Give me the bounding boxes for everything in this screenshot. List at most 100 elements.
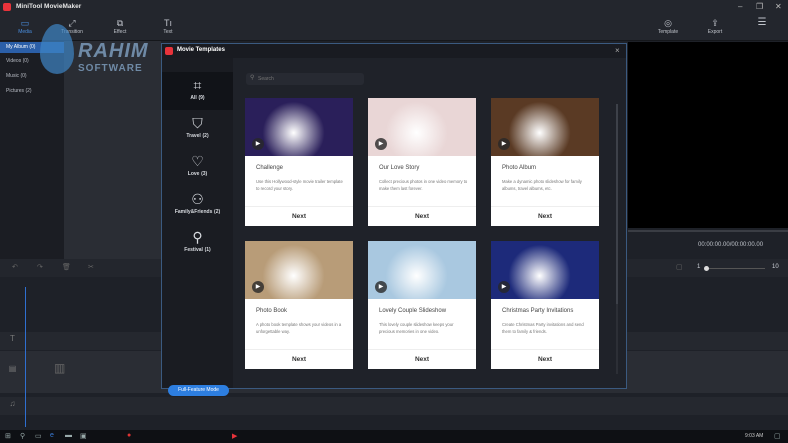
export-button[interactable]: ⇪ Export: [695, 17, 735, 35]
delete-icon[interactable]: 🗑: [62, 263, 71, 271]
category-count: (3): [201, 171, 208, 177]
next-button[interactable]: Next: [368, 349, 476, 369]
category-all[interactable]: ⌗ All (9): [162, 72, 233, 110]
template-description: This lovely couple slideshow keeps your …: [379, 322, 454, 334]
category-label: All: [190, 95, 197, 101]
taskbar: ⊞ ⚲ ▭ e ▬ ▣ ● ▶ 9:03 AM ▢: [0, 430, 788, 443]
category-label: Family&Friends: [174, 209, 213, 215]
template-card[interactable]: ▶ Photo Album Make a dynamic photo slide…: [491, 98, 599, 226]
watermark-subtext: SOFTWARE: [78, 63, 143, 74]
add-clip-icon[interactable]: ▥: [54, 361, 65, 375]
category-count: (9): [198, 95, 205, 101]
template-card[interactable]: ▶ Photo Book A photo book template shows…: [245, 241, 353, 369]
minimize-icon[interactable]: –: [738, 2, 742, 11]
fit-icon[interactable]: ▢: [676, 263, 683, 271]
moviemaker-taskbar-icon[interactable]: ▶: [232, 432, 237, 440]
play-icon[interactable]: ▶: [498, 281, 510, 293]
search-input[interactable]: [246, 73, 364, 85]
playhead[interactable]: [25, 287, 26, 427]
title-bar: MiniTool MovieMaker – ❐ ✕: [0, 0, 788, 14]
effect-icon: ⧉: [116, 18, 124, 28]
template-card[interactable]: ▶ Christmas Party Invitations Create Chr…: [491, 241, 599, 369]
hearts-icon: ♡: [191, 153, 204, 169]
dialog-close-icon[interactable]: ×: [615, 46, 620, 55]
preview-progress-bar[interactable]: [628, 230, 788, 232]
template-title: Lovely Couple Slideshow: [379, 308, 447, 314]
task-view-icon[interactable]: ▭: [35, 432, 42, 440]
zoom-slider-handle[interactable]: [704, 266, 709, 271]
play-icon[interactable]: ▶: [498, 138, 510, 150]
app-icon[interactable]: ●: [127, 432, 131, 439]
text-track-icon: T: [10, 334, 15, 343]
start-icon[interactable]: ⊞: [5, 432, 11, 440]
template-description: Collect precious photos in one video mem…: [379, 179, 468, 191]
zoom-slider[interactable]: [705, 268, 765, 269]
play-icon[interactable]: ▶: [375, 281, 387, 293]
edge-icon[interactable]: e: [50, 432, 54, 439]
timecode: 00:00:00.00/00:00:00.00: [698, 242, 764, 248]
template-description: Create Christmas Party invitations and s…: [502, 322, 584, 334]
luggage-icon: ⛉: [192, 115, 203, 131]
export-label: Export: [707, 29, 723, 35]
scrollbar-thumb[interactable]: [616, 104, 618, 304]
full-feature-mode-button[interactable]: Full-Feature Mode: [168, 385, 229, 396]
explorer-icon[interactable]: ▬: [65, 432, 72, 439]
main-toolbar: ▭ Media ⤢ Transition ⧉ Effect Tı Text ◎ Templ…: [0, 14, 788, 41]
category-family-friends[interactable]: ⚇ Family&Friends (2): [162, 186, 233, 224]
people-icon: ⚇: [191, 191, 204, 207]
effect-button[interactable]: ⧉ Effect: [100, 17, 140, 35]
category-festival[interactable]: ⚲ Festival (1): [162, 224, 233, 262]
category-travel[interactable]: ⛉ Travel (2): [162, 110, 233, 148]
search-icon[interactable]: ⚲: [20, 432, 25, 440]
app-title: MiniTool MovieMaker: [16, 3, 82, 10]
next-button[interactable]: Next: [368, 206, 476, 226]
watermark-text: RAHIM: [78, 40, 149, 62]
next-button[interactable]: Next: [245, 349, 353, 369]
template-card[interactable]: ▶ Our Love Story Collect precious photos…: [368, 98, 476, 226]
preview-player: [628, 42, 788, 228]
zoom-max-label: 10: [772, 264, 779, 270]
category-label: Festival: [184, 247, 203, 253]
restore-icon[interactable]: ❐: [756, 2, 763, 11]
split-icon[interactable]: ✂: [88, 263, 94, 271]
redo-icon[interactable]: ↷: [37, 263, 43, 271]
category-love[interactable]: ♡ Love (3): [162, 148, 233, 186]
play-icon[interactable]: ▶: [252, 138, 264, 150]
effect-label: Effect: [113, 29, 127, 35]
template-title: Photo Book: [256, 308, 288, 314]
template-card[interactable]: ▶ Lovely Couple Slideshow This lovely co…: [368, 241, 476, 369]
next-button[interactable]: Next: [491, 206, 599, 226]
category-count: (2): [202, 133, 209, 139]
template-card[interactable]: ▶ Challenge Use this Hollywood-style mov…: [245, 98, 353, 226]
category-label: Travel: [186, 133, 201, 139]
template-button[interactable]: ◎ Template: [648, 17, 688, 35]
template-title: Challenge: [256, 165, 284, 171]
template-title: Our Love Story: [379, 165, 420, 171]
media-button[interactable]: ▭ Media: [5, 17, 45, 35]
next-button[interactable]: Next: [245, 206, 353, 226]
folder-icon: ▭: [20, 18, 30, 28]
template-description: Use this Hollywood-style movie trailer t…: [256, 179, 343, 191]
category-label: Love: [187, 171, 200, 177]
menu-icon[interactable]: ☰: [742, 17, 782, 28]
text-label: Text: [163, 29, 173, 35]
store-icon[interactable]: ▣: [80, 432, 87, 440]
search-icon: ⚲: [250, 75, 255, 81]
music-track[interactable]: [0, 397, 788, 415]
play-icon[interactable]: ▶: [375, 138, 387, 150]
category-count: (2): [214, 209, 221, 215]
play-icon[interactable]: ▶: [252, 281, 264, 293]
grid-icon: ⌗: [193, 77, 202, 93]
export-icon: ⇪: [711, 18, 719, 28]
text-button[interactable]: Tı Text: [148, 17, 188, 35]
next-button[interactable]: Next: [491, 349, 599, 369]
template-title: Photo Album: [502, 165, 537, 171]
undo-icon[interactable]: ↶: [12, 263, 18, 271]
close-icon[interactable]: ✕: [775, 2, 782, 11]
category-count: (1): [204, 247, 211, 253]
notification-icon[interactable]: ▢: [774, 432, 781, 440]
film-icon: ▤: [8, 364, 17, 373]
app-logo-icon: [3, 3, 11, 11]
music-note-icon: ♫: [9, 399, 16, 408]
media-item-pictures[interactable]: Pictures (2): [0, 86, 64, 97]
